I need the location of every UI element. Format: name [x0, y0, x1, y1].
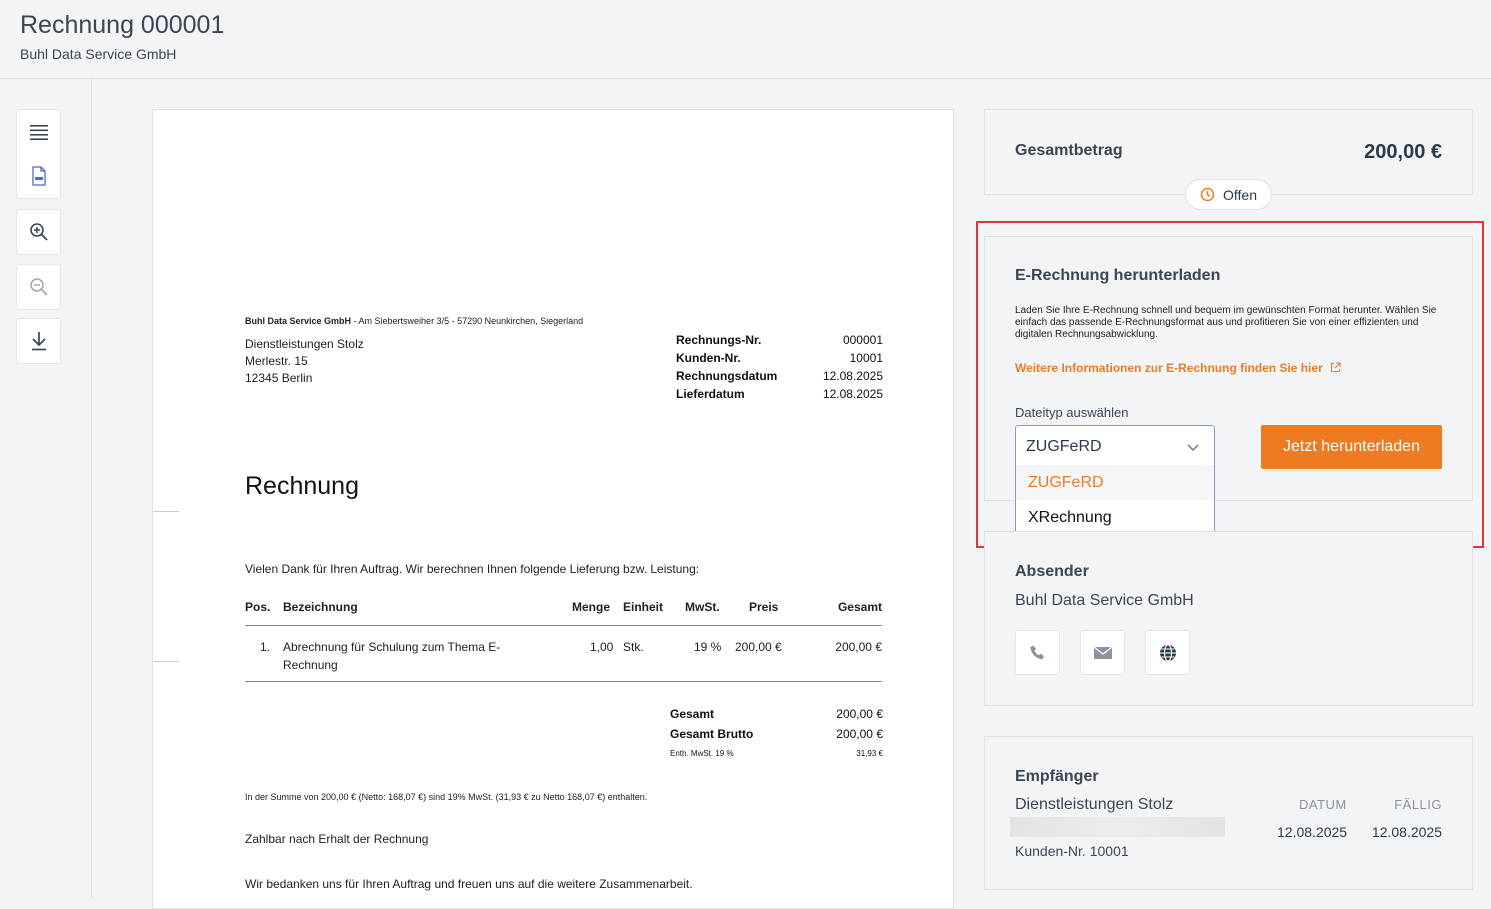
col-vat-header: MwSt. — [685, 600, 720, 614]
recipient-customer-number: Kunden-Nr. 10001 — [1015, 843, 1129, 859]
recipient-name: Dienstleistungen Stolz — [245, 337, 364, 351]
row-price: 200,00 € — [735, 640, 782, 654]
row-vat: 19 % — [694, 640, 722, 654]
pdf-view-button[interactable] — [17, 154, 60, 198]
zoom-out-icon — [29, 278, 48, 296]
phone-icon — [1029, 645, 1044, 659]
row-desc-line: Rechnung — [283, 658, 338, 672]
meta-label: Rechnungsdatum — [676, 369, 778, 383]
sender-heading: Absender — [1015, 563, 1089, 580]
view-tools — [16, 109, 61, 199]
total-value: 200,00 € — [836, 727, 883, 741]
phone-button[interactable] — [1015, 630, 1060, 675]
fold-mark — [153, 661, 179, 662]
sender-line-name: Buhl Data Service GmbH — [245, 316, 352, 326]
document-heading: Rechnung — [245, 472, 359, 500]
mail-button[interactable] — [1080, 630, 1125, 675]
col-desc-header: Bezeichnung — [283, 600, 358, 614]
meta-row: Kunden-Nr. 10001 — [676, 349, 883, 367]
status-badge: Offen — [1185, 179, 1272, 210]
total-amount-value: 200,00 € — [1364, 141, 1442, 163]
payment-terms: Zahlbar nach Erhalt der Rechnung — [245, 832, 429, 846]
date-value: 12.08.2025 — [1277, 824, 1348, 840]
redacted-field — [1010, 817, 1225, 837]
tax-value: 31,93 € — [856, 749, 883, 758]
menu-button[interactable] — [17, 110, 60, 154]
recipient-card: Empfänger Dienstleistungen Stolz Kunden-… — [984, 736, 1473, 890]
zoom-out-group — [16, 264, 61, 310]
page-title: Rechnung 000001 — [20, 11, 225, 39]
page-header: Rechnung 000001 Buhl Data Service GmbH — [0, 0, 1491, 79]
meta-row: Lieferdatum 12.08.2025 — [676, 385, 883, 403]
row-desc: Abrechnung für Schulung zum Thema E- Rec… — [283, 638, 500, 674]
menu-icon — [29, 125, 48, 140]
thanks-text: Wir bedanken uns für Ihren Auftrag und f… — [245, 877, 693, 891]
fold-mark — [153, 511, 179, 512]
row-qty: 1,00 — [590, 640, 614, 654]
globe-icon — [1159, 643, 1176, 662]
sender-name: Buhl Data Service GmbH — [1015, 592, 1194, 609]
recipient-heading: Empfänger — [1015, 768, 1099, 785]
viewer-toolbar — [0, 79, 92, 898]
due-column-label: FÄLLIG — [1394, 797, 1442, 812]
total-row: Gesamt Brutto 200,00 € — [670, 727, 883, 747]
meta-label: Rechnungs-Nr. — [676, 333, 762, 347]
zoom-in-group — [16, 209, 61, 255]
row-total: 200,00 € — [835, 640, 882, 654]
mail-icon — [1093, 645, 1112, 659]
due-date-value: 12.08.2025 — [1371, 824, 1442, 840]
zoom-out-button[interactable] — [17, 265, 60, 309]
totals-block: Gesamt 200,00 € Gesamt Brutto 200,00 € Ent… — [670, 707, 883, 769]
page-subtitle: Buhl Data Service GmbH — [20, 46, 177, 62]
meta-label: Lieferdatum — [676, 387, 745, 401]
pdf-file-icon — [31, 166, 46, 186]
tax-label: Enth. MwSt. 19 % — [670, 749, 734, 758]
table-divider — [245, 681, 882, 682]
total-row: Gesamt 200,00 € — [670, 707, 883, 727]
document-intro: Vielen Dank für Ihren Auftrag. Wir berec… — [245, 562, 700, 576]
col-pos-header: Pos. — [245, 600, 271, 614]
highlight-frame — [976, 221, 1484, 548]
meta-row: Rechnungs-Nr. 000001 — [676, 331, 883, 349]
row-unit: Stk. — [623, 640, 644, 654]
date-column-label: DATUM — [1299, 797, 1347, 812]
row-desc-line: Abrechnung für Schulung zum Thema E- — [283, 640, 501, 654]
total-amount-label: Gesamtbetrag — [1015, 142, 1123, 159]
recipient-card-name: Dienstleistungen Stolz — [1015, 796, 1174, 813]
row-pos: 1. — [260, 640, 271, 654]
invoice-document: Buhl Data Service GmbH - Am Siebertsweih… — [152, 109, 954, 909]
recipient-city: 12345 Berlin — [245, 371, 313, 385]
website-button[interactable] — [1145, 630, 1190, 675]
total-value: 200,00 € — [836, 707, 883, 721]
col-unit-header: Einheit — [623, 600, 664, 614]
tax-row: Enth. MwSt. 19 % 31,93 € — [670, 749, 883, 769]
total-label: Gesamt Brutto — [670, 727, 754, 741]
total-label: Gesamt — [670, 707, 715, 721]
tax-note: In der Summe von 200,00 € (Netto: 168,07… — [245, 792, 648, 802]
meta-value: 10001 — [849, 351, 883, 365]
table-divider — [245, 625, 882, 626]
col-qty-header: Menge — [572, 600, 611, 614]
col-total-header: Gesamt — [837, 600, 882, 614]
sender-line-address: - Am Siebertsweiher 3/5 - 57290 Neunkirc… — [351, 316, 584, 326]
sender-card: Absender Buhl Data Service GmbH — [984, 531, 1473, 706]
meta-row: Rechnungsdatum 12.08.2025 — [676, 367, 883, 385]
invoice-meta: Rechnungs-Nr. 000001 Kunden-Nr. 10001 Rech… — [676, 331, 883, 403]
sender-line: Buhl Data Service GmbH - Am Siebertsweih… — [245, 316, 583, 326]
download-button[interactable] — [17, 319, 60, 363]
meta-value: 000001 — [842, 333, 883, 347]
col-price-header: Preis — [749, 600, 779, 614]
recipient-address: Dienstleistungen Stolz Merlestr. 15 1234… — [245, 336, 364, 387]
download-group — [16, 318, 61, 364]
status-label: Offen — [1223, 186, 1257, 203]
clock-icon — [1200, 187, 1215, 202]
download-icon — [31, 332, 46, 351]
zoom-in-icon — [29, 223, 48, 241]
recipient-street: Merlestr. 15 — [245, 354, 308, 368]
meta-label: Kunden-Nr. — [676, 351, 741, 365]
zoom-in-button[interactable] — [17, 210, 60, 254]
meta-value: 12.08.2025 — [822, 369, 883, 383]
meta-value: 12.08.2025 — [822, 387, 883, 401]
